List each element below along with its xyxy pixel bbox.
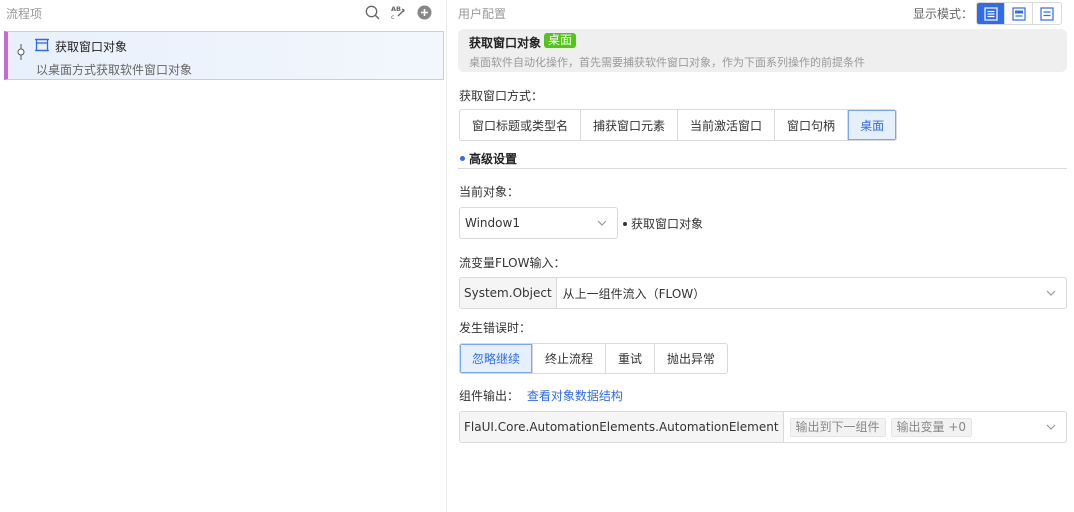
mode-icon-3 <box>1040 6 1054 21</box>
flow-input-label: 流变量FLOW输入： <box>459 256 566 270</box>
on-error-option-throw[interactable]: 抛出异常 <box>655 344 727 373</box>
chevron-down-icon <box>1046 290 1056 296</box>
config-panel-title: 用户配置 <box>458 7 507 21</box>
on-error-label: 发生错误时： <box>459 321 532 335</box>
svg-text:AB: AB <box>391 5 401 13</box>
flow-panel-toolbar: AB c <box>364 4 432 20</box>
abc-icon[interactable]: AB c <box>390 4 406 20</box>
flow-item[interactable]: 获取窗口对象 以桌面方式获取软件窗口对象 <box>4 31 444 80</box>
window-mode-label: 获取窗口方式： <box>459 89 544 103</box>
advanced-settings-label: 高级设置 <box>469 152 518 166</box>
on-error-option-retry[interactable]: 重试 <box>606 344 656 373</box>
flow-panel: 流程项 AB c 获取窗口对象 以桌面方式获取软件窗口对象 <box>0 0 447 512</box>
display-mode-button-2[interactable] <box>1005 3 1033 24</box>
on-error-option-ignore[interactable]: 忽略继续 <box>460 344 534 373</box>
component-description: 桌面软件自动化操作，首先需要捕获软件窗口对象，作为下面系列操作的前提条件 <box>469 56 865 69</box>
output-chip-variable: 输出变量 +0 <box>890 417 973 437</box>
window-mode-segmented: 窗口标题或类型名 捕获窗口元素 当前激活窗口 窗口句柄 桌面 <box>459 109 898 141</box>
current-object-hint-text: 获取窗口对象 <box>631 217 704 231</box>
flow-item-title: 获取窗口对象 <box>55 40 128 54</box>
display-mode-label: 显示模式： <box>913 7 974 21</box>
display-mode-button-1[interactable] <box>977 3 1005 24</box>
view-data-structure-link[interactable]: 查看对象数据结构 <box>527 389 623 403</box>
output-type: FlaUI.Core.AutomationElements.Automation… <box>460 412 784 442</box>
current-object-value: Window1 <box>465 216 520 230</box>
flow-item-description: 以桌面方式获取软件窗口对象 <box>36 63 193 77</box>
current-object-label: 当前对象： <box>459 185 520 199</box>
hint-dot <box>623 221 627 226</box>
window-mode-option-title[interactable]: 窗口标题或类型名 <box>460 110 582 140</box>
display-mode-button-3[interactable] <box>1033 3 1061 24</box>
search-icon[interactable] <box>364 4 380 20</box>
window-mode-option-desktop[interactable]: 桌面 <box>848 110 897 140</box>
window-mode-option-active[interactable]: 当前激活窗口 <box>678 110 776 140</box>
config-panel: 用户配置 显示模式： 获取窗口对象 桌面 桌面软件自动化操作，首先需要捕获软件窗… <box>447 0 1074 512</box>
component-info-card: 获取窗口对象 桌面 桌面软件自动化操作，首先需要捕获软件窗口对象，作为下面系列操… <box>458 29 1067 72</box>
on-error-segmented: 忽略继续 终止流程 重试 抛出异常 <box>459 343 729 374</box>
output-select[interactable]: 输出到下一组件 输出变量 +0 <box>784 412 1066 442</box>
window-icon <box>35 38 49 52</box>
window-mode-option-handle[interactable]: 窗口句柄 <box>775 110 849 140</box>
current-object-select[interactable]: Window1 <box>459 207 618 239</box>
output-field: FlaUI.Core.AutomationElements.Automation… <box>459 411 1067 443</box>
flow-input-select[interactable]: 从上一组件流入（FLOW） <box>557 278 1066 308</box>
window-mode-option-capture[interactable]: 捕获窗口元素 <box>581 110 679 140</box>
flow-input-value: 从上一组件流入（FLOW） <box>562 286 706 301</box>
output-row: 组件输出： 查看对象数据结构 <box>459 387 623 404</box>
advanced-settings-header[interactable]: 高级设置 <box>458 149 1067 169</box>
mode-icon-1 <box>983 6 998 21</box>
flow-input-field: System.Object 从上一组件流入（FLOW） <box>459 277 1067 309</box>
advanced-dot <box>460 156 465 161</box>
output-label: 组件输出： <box>459 389 520 403</box>
add-icon[interactable] <box>416 4 432 20</box>
on-error-option-stop[interactable]: 终止流程 <box>533 344 607 373</box>
mode-icon-2 <box>1011 6 1026 21</box>
svg-text:c: c <box>391 13 395 20</box>
component-tag: 桌面 <box>544 33 577 48</box>
component-title: 获取窗口对象 <box>469 36 542 50</box>
chevron-down-icon <box>1046 424 1056 430</box>
flow-input-type: System.Object <box>460 278 557 308</box>
flow-panel-title: 流程项 <box>6 7 43 21</box>
chevron-down-icon <box>597 220 607 226</box>
pin-icon <box>17 44 25 60</box>
current-object-hint: 获取窗口对象 <box>623 215 703 232</box>
output-chip-next: 输出到下一组件 <box>789 417 886 437</box>
display-mode-group <box>976 2 1062 25</box>
